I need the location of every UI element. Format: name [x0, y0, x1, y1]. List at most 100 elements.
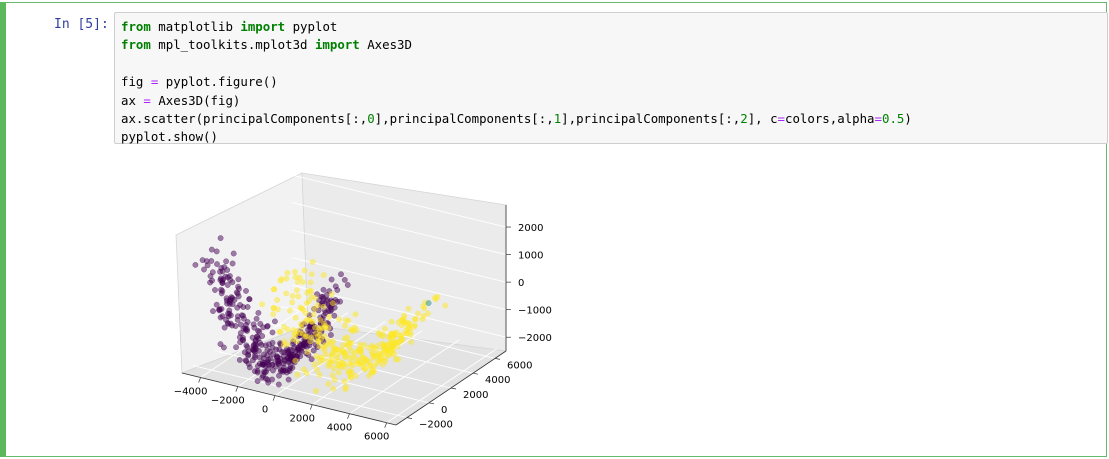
- scatter-point: [275, 361, 282, 368]
- scatter-point: [201, 266, 207, 273]
- scatter-point: [308, 334, 315, 341]
- scatter-point: [343, 384, 349, 390]
- scatter-point: [255, 309, 262, 316]
- import-name: pyplot: [285, 19, 338, 34]
- scatter-point: [370, 367, 377, 374]
- scatter-point: [347, 354, 354, 361]
- scatter-point: [289, 299, 296, 306]
- scatter-point: [405, 305, 412, 312]
- scatter-point: [223, 258, 230, 265]
- x-tick-label: 0: [262, 405, 268, 416]
- scatter-point: [342, 317, 349, 324]
- scatter-point: [341, 378, 348, 385]
- scatter-point: [335, 369, 342, 376]
- scatter-point: [212, 287, 218, 293]
- scatter-point: [300, 340, 307, 347]
- scatter-point: [270, 367, 276, 374]
- scatter-point: [294, 371, 301, 378]
- scatter-point: [289, 336, 296, 343]
- scatter-point: [255, 347, 262, 354]
- scatter-point: [192, 262, 199, 268]
- scatter-point: [218, 286, 225, 293]
- scatter-point: [341, 361, 348, 368]
- scatter-point: [233, 289, 240, 296]
- scatter-point: [287, 356, 294, 363]
- code-line-5: ax.scatter(principalComponents[:,0],prin…: [121, 111, 912, 127]
- scatter-point: [320, 303, 327, 310]
- module-name: matplotlib: [150, 19, 241, 34]
- scatter-point: [387, 331, 394, 338]
- scatter-point: [297, 330, 304, 337]
- y-tick-label: −2000: [419, 420, 453, 431]
- scatter-point: [262, 375, 269, 382]
- scatter-point: [344, 282, 351, 288]
- scatter-point: [329, 349, 336, 356]
- keyword: from: [121, 37, 151, 53]
- scatter-point: [237, 339, 244, 346]
- scatter-point: [346, 343, 353, 350]
- scatter-point: [344, 334, 351, 341]
- scatter-point: [420, 312, 427, 319]
- scatter-point: [381, 325, 388, 332]
- code-input-area[interactable]: from matplotlib import pyplot from mpl_t…: [114, 12, 1108, 144]
- code-editor[interactable]: from matplotlib import pyplot from mpl_t…: [121, 18, 1101, 147]
- scatter-point: [395, 338, 402, 345]
- scatter-point: [339, 342, 346, 349]
- scatter-point: [259, 301, 266, 308]
- scatter-point: [297, 321, 304, 327]
- scatter-point: [213, 301, 220, 308]
- z-tick-label: 0: [518, 278, 524, 289]
- scatter-point: [338, 271, 344, 278]
- y-tick-label: 0: [441, 405, 447, 416]
- scatter-point: [378, 340, 385, 347]
- x-tick: [347, 413, 350, 419]
- scatter-point: [292, 314, 299, 321]
- x-tick: [198, 377, 201, 383]
- scatter-point: [251, 324, 258, 331]
- scatter-point: [341, 322, 348, 329]
- scatter-point: [208, 258, 215, 264]
- scatter-point: [313, 387, 320, 394]
- scatter-point: [271, 318, 278, 325]
- scatter-point: [254, 333, 261, 340]
- scatter-point: [230, 250, 237, 257]
- scatter-point: [254, 378, 261, 385]
- scatter-point: [328, 291, 335, 298]
- scatter-point: [224, 282, 231, 288]
- scatter-point: [334, 287, 341, 293]
- y-tick: [450, 387, 457, 390]
- scatter-point: [217, 235, 224, 242]
- import-name: Axes3D: [359, 37, 412, 53]
- scatter-point: [313, 366, 320, 373]
- x-tick: [309, 404, 313, 410]
- scatter-point: [304, 349, 311, 355]
- scatter-point: [330, 385, 337, 392]
- scatter-3d-plot: −4000−20000200040006000−2000020004000600…: [174, 172, 552, 443]
- scatter-point: [305, 326, 312, 333]
- scatter-point: [316, 371, 323, 378]
- scatter-point: [224, 267, 231, 273]
- scatter-point: [214, 261, 220, 268]
- scatter-point: [323, 291, 330, 298]
- scatter-point: [310, 311, 317, 318]
- module-name: mpl_toolkits.mplot3d: [150, 37, 315, 53]
- scatter-point: [442, 302, 449, 309]
- scatter-point: [316, 343, 323, 349]
- scatter-point: [217, 277, 224, 284]
- scatter-point: [309, 259, 316, 265]
- scatter-point: [414, 310, 421, 317]
- scatter-point: [330, 344, 337, 351]
- scatter-point: [274, 306, 281, 313]
- scatter-point: [259, 333, 266, 339]
- scatter-point: [246, 296, 253, 303]
- scatter-point: [306, 316, 313, 323]
- scatter-point: [264, 322, 271, 329]
- scatter-point: [234, 316, 241, 323]
- notebook-cell[interactable]: In [5]: from matplotlib import pyplot fr…: [0, 2, 1108, 457]
- scatter-point: [250, 347, 257, 354]
- scatter-point: [402, 327, 409, 334]
- scatter-point: [280, 364, 287, 371]
- code-line-6: pyplot.show(): [121, 129, 218, 145]
- scatter-point: [325, 380, 332, 387]
- scatter-point: [253, 315, 260, 322]
